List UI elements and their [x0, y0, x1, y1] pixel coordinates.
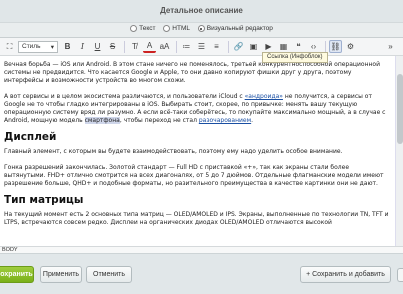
remove-format-icon[interactable]: T̸ [128, 40, 141, 53]
editor-scrollbar[interactable] [395, 56, 403, 246]
mode-visual-label: Визуальный редактор [206, 25, 273, 32]
section-header: Детальное описание [0, 0, 403, 23]
toolbar-divider [325, 40, 326, 53]
mode-visual-option[interactable]: Визуальный редактор [197, 25, 273, 32]
image-icon[interactable]: ▣ [247, 40, 260, 53]
section-title: Детальное описание [160, 6, 243, 15]
content-heading: Дисплей [4, 131, 57, 143]
align-icon[interactable]: ≡ [210, 40, 223, 53]
mode-html-radio[interactable] [163, 25, 171, 32]
style-select[interactable]: Стиль ▾ [18, 40, 58, 53]
cancel-button[interactable]: Отменить [86, 266, 132, 283]
text-run: А вот сервисы и в целом экосистема разли… [4, 93, 245, 100]
chevron-down-icon: ▾ [50, 43, 54, 51]
bulleted-list-icon[interactable]: ☰ [195, 40, 208, 53]
paragraph: На текущий момент есть 2 основных типа м… [4, 211, 389, 226]
text-run: . [251, 117, 254, 124]
paragraph: Главный элемент, с которым вы будете вза… [4, 148, 343, 155]
content-heading: Тип матрицы [4, 194, 84, 206]
italic-icon[interactable]: I [76, 40, 89, 53]
more-icon[interactable]: » [384, 40, 397, 53]
apply-button[interactable]: Применить [40, 266, 82, 283]
mode-html-label: HTML [172, 25, 190, 32]
mode-text-label: Текст [139, 25, 156, 32]
form-footer: Сохранить Применить Отменить + Сохранить… [0, 253, 403, 294]
content-link[interactable]: разочарованием [199, 117, 251, 124]
mode-visual-radio[interactable] [197, 25, 205, 32]
scrollbar-thumb[interactable] [397, 74, 403, 144]
infoblock-link-icon[interactable]: ⛓ [329, 40, 342, 53]
paragraph: Гонка разрешений закончилась. Золотой ст… [4, 164, 384, 187]
fullscreen-icon[interactable]: ⛶ [3, 40, 16, 53]
paragraph: А вот сервисы и в целом экосистема разли… [4, 93, 392, 125]
strikethrough-icon[interactable]: S [106, 40, 119, 53]
editor-content[interactable]: Вечная борьба — iOS или Android. В этом … [4, 61, 392, 244]
underline-icon[interactable]: U [91, 40, 104, 53]
bold-icon[interactable]: B [61, 40, 74, 53]
visual-editor: ⛶ Стиль ▾ B I U S T̸ A aA ≔ ☰ ≡ 🔗 ▣ ▶ ▦ … [0, 37, 403, 254]
footer-edge-control[interactable] [397, 268, 403, 282]
mode-text-radio[interactable] [130, 25, 138, 32]
toolbar-tooltip: Ссылка (Инфоблок) [262, 52, 328, 63]
paragraph: Вечная борьба — iOS или Android. В этом … [4, 61, 380, 84]
mode-html-option[interactable]: HTML [163, 25, 190, 32]
text-color-icon[interactable]: A [143, 40, 156, 53]
save-button[interactable]: Сохранить [0, 266, 34, 283]
link-icon[interactable]: 🔗 [232, 40, 245, 53]
save-and-add-button[interactable]: + Сохранить и добавить [300, 266, 391, 283]
font-size-icon[interactable]: aA [158, 40, 171, 53]
snippets-icon[interactable]: ⚙ [344, 40, 357, 53]
ordered-list-icon[interactable]: ≔ [180, 40, 193, 53]
toolbar-divider [176, 40, 177, 53]
text-run: , чтобы переход не стал [119, 117, 199, 124]
content-link[interactable]: «андроида» [245, 93, 283, 100]
highlighted-text: смартфона [84, 117, 120, 124]
toolbar-divider [228, 40, 229, 53]
editor-toolbar: ⛶ Стиль ▾ B I U S T̸ A aA ≔ ☰ ≡ 🔗 ▣ ▶ ▦ … [0, 38, 403, 56]
toolbar-divider [124, 40, 125, 53]
mode-text-option[interactable]: Текст [130, 25, 155, 32]
style-select-value: Стиль [22, 43, 41, 50]
